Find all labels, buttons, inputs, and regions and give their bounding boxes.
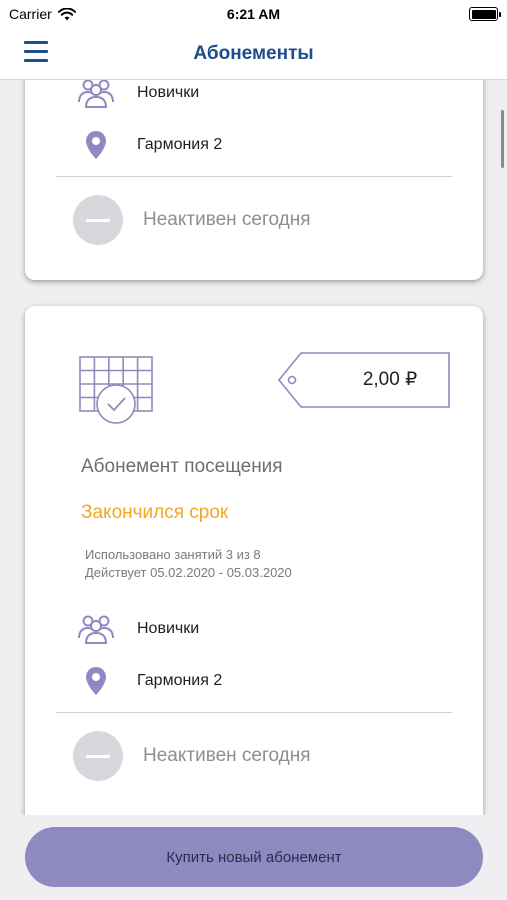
subscription-card[interactable]: 2,00 ₽ Абонемент посещения Закончился ср… (25, 306, 483, 815)
clock: 6:21 AM (226, 6, 281, 22)
group-icon (77, 80, 115, 110)
nav-bar: Абонементы (0, 28, 507, 80)
subscriptions-list[interactable]: Новички Гармония 2 Неактивен сегодня 2,0… (0, 80, 507, 815)
status-label: Неактивен сегодня (143, 745, 311, 766)
subscription-meta: Использовано занятий 3 из 8 Действует 05… (85, 546, 292, 582)
inactive-minus-icon (73, 731, 123, 781)
scroll-indicator[interactable] (501, 110, 504, 168)
inactive-minus-icon (73, 195, 123, 245)
group-label: Новички (137, 620, 200, 637)
subscription-card[interactable]: Новички Гармония 2 Неактивен сегодня (25, 80, 483, 280)
divider (56, 176, 452, 177)
status-row: Неактивен сегодня (73, 731, 311, 781)
calendar-check-icon (79, 356, 153, 424)
page-title: Абонементы (193, 43, 314, 64)
status-label: Неактивен сегодня (143, 209, 311, 230)
buy-new-subscription-button[interactable]: Купить новый абонемент (25, 827, 483, 887)
subscription-title: Абонемент посещения (81, 456, 283, 477)
expired-status: Закончился срок (81, 502, 229, 523)
bottom-bar: Купить новый абонемент (0, 815, 507, 900)
location-row: Гармония 2 (77, 128, 222, 162)
location-row: Гармония 2 (77, 664, 222, 698)
group-row: Новички (77, 612, 199, 646)
group-label: Новички (137, 84, 200, 101)
location-label: Гармония 2 (137, 672, 223, 689)
used-lessons: Использовано занятий 3 из 8 (85, 547, 261, 562)
location-pin-icon (77, 664, 115, 698)
status-row: Неактивен сегодня (73, 195, 311, 245)
location-pin-icon (77, 128, 115, 162)
location-label: Гармония 2 (137, 136, 223, 153)
group-row: Новички (77, 80, 199, 110)
battery-icon (469, 7, 501, 21)
price-label: 2,00 ₽ (362, 369, 418, 390)
divider (56, 712, 452, 713)
status-bar: Carrier 6:21 AM (0, 0, 507, 28)
group-icon (77, 612, 115, 646)
valid-period: Действует 05.02.2020 - 05.03.2020 (85, 565, 292, 580)
